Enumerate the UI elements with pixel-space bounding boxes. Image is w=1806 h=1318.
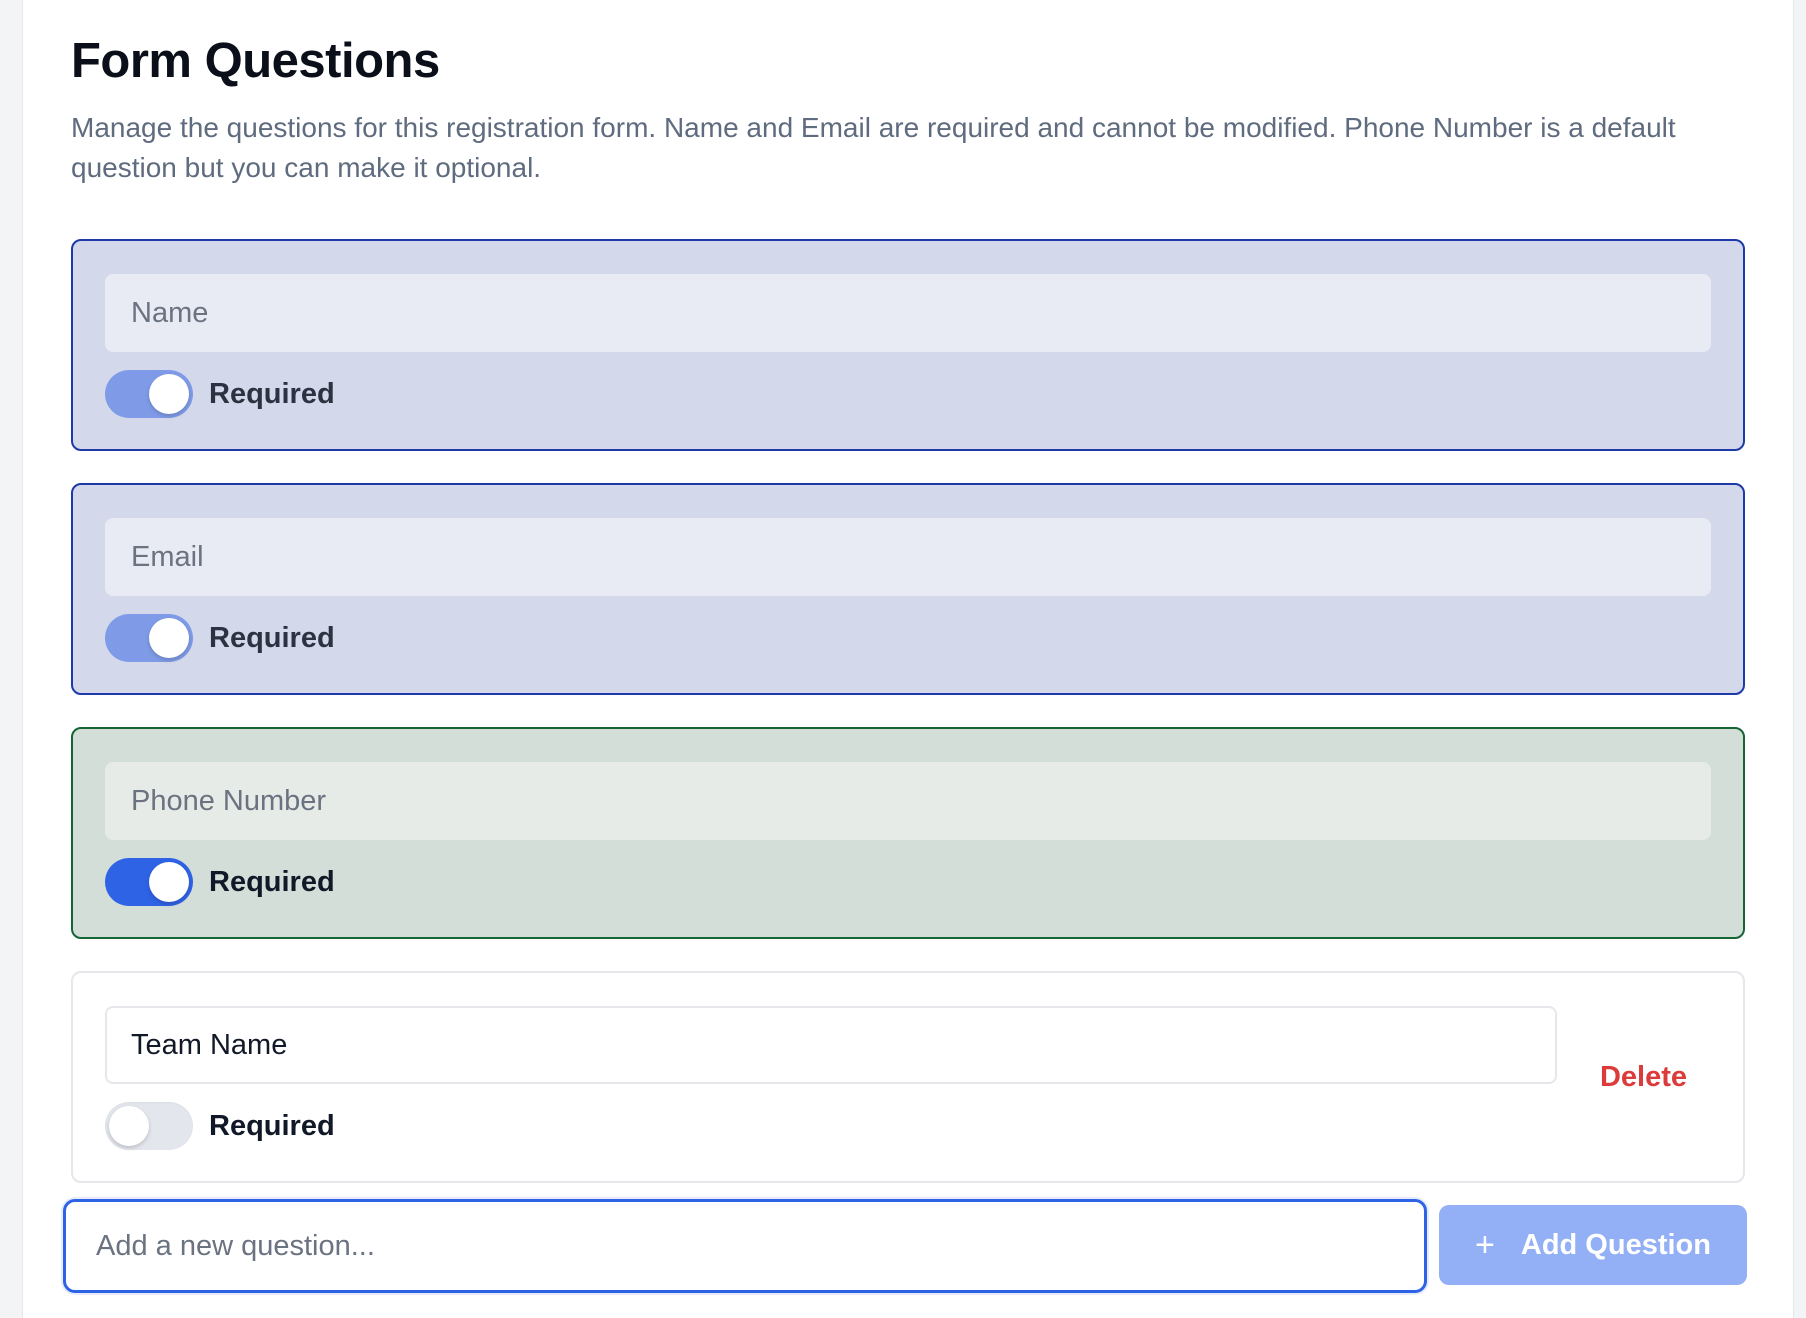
- required-label: Required: [209, 377, 335, 410]
- form-questions-panel: Form Questions Manage the questions for …: [22, 0, 1794, 1318]
- toggle-knob: [149, 374, 189, 414]
- question-field-team-name[interactable]: Team Name: [105, 1006, 1557, 1084]
- add-question-label: Add Question: [1520, 1228, 1711, 1261]
- required-toggle-row: Required: [105, 858, 335, 906]
- required-toggle-team-name[interactable]: [105, 1102, 193, 1150]
- question-card-team-name: Team Name Required Delete: [71, 971, 1745, 1183]
- required-label: Required: [209, 1109, 335, 1142]
- required-toggle-row: Required: [105, 370, 335, 418]
- required-toggle-row: Required: [105, 614, 335, 662]
- plus-icon: +: [1475, 1226, 1495, 1264]
- questions-list: Name Required Email Required Phone Numbe…: [71, 239, 1745, 1183]
- toggle-knob: [109, 1106, 149, 1146]
- new-question-input[interactable]: [63, 1199, 1427, 1293]
- required-toggle-name: [105, 370, 193, 418]
- question-field-email: Email: [105, 518, 1711, 596]
- required-toggle-row: Required: [105, 1102, 335, 1150]
- delete-question-button[interactable]: Delete: [1600, 1061, 1687, 1094]
- question-card-phone-number: Phone Number Required: [71, 727, 1745, 939]
- required-toggle-email: [105, 614, 193, 662]
- question-card-email: Email Required: [71, 483, 1745, 695]
- required-toggle-phone-number[interactable]: [105, 858, 193, 906]
- toggle-knob: [149, 862, 189, 902]
- page-description: Manage the questions for this registrati…: [71, 112, 1676, 183]
- page-title: Form Questions: [71, 34, 440, 88]
- form-questions-content: Form Questions Manage the questions for …: [71, 30, 1745, 1215]
- add-question-row: + Add Question: [63, 1199, 1747, 1293]
- required-label: Required: [209, 865, 335, 898]
- add-question-button[interactable]: + Add Question: [1439, 1205, 1747, 1285]
- required-label: Required: [209, 621, 335, 654]
- question-field-phone-number: Phone Number: [105, 762, 1711, 840]
- toggle-knob: [149, 618, 189, 658]
- question-field-name: Name: [105, 274, 1711, 352]
- question-card-name: Name Required: [71, 239, 1745, 451]
